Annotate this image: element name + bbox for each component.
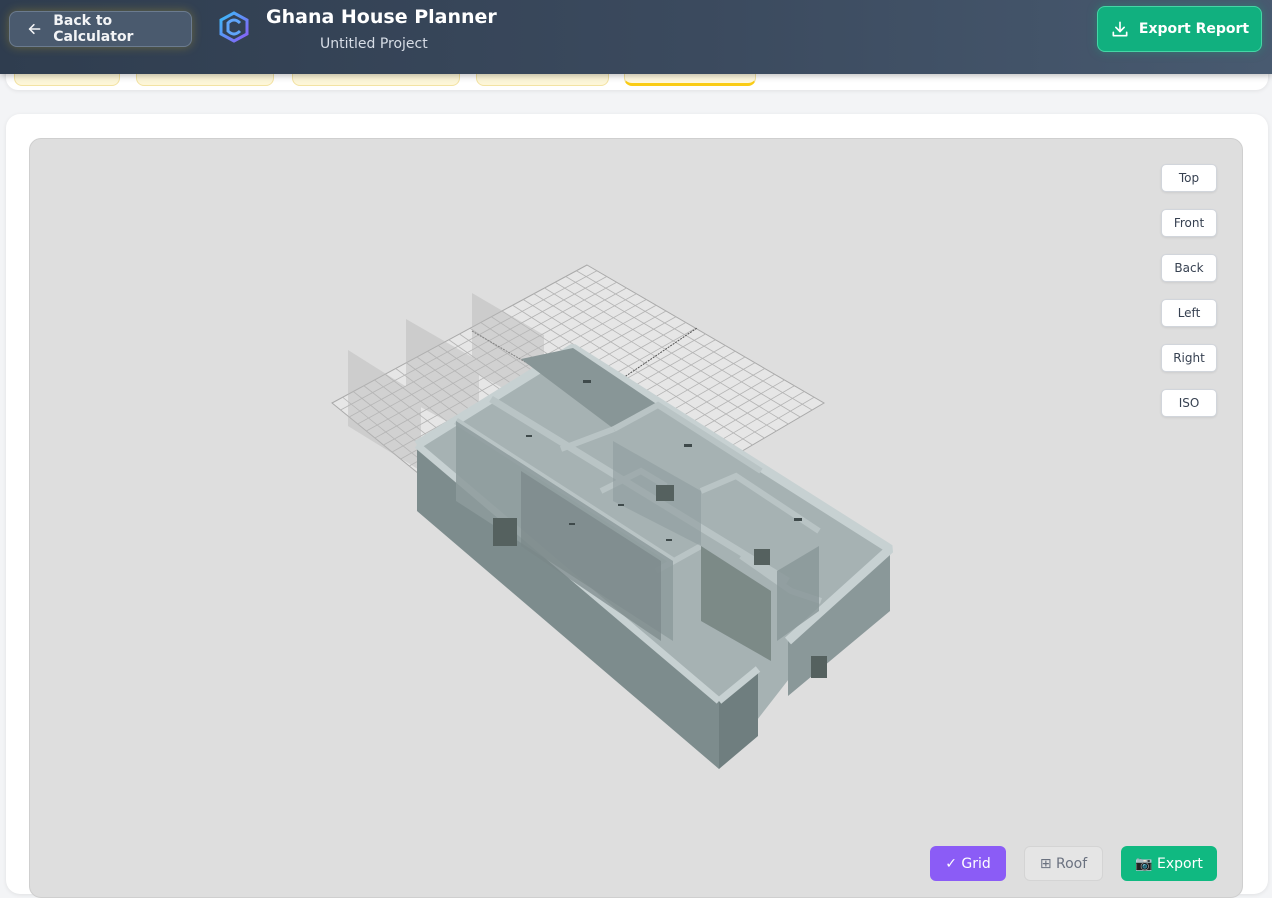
app-header: Back to Calculator Ghana House Planner U… [0,0,1272,74]
house-structure [414,344,894,769]
project-name: Untitled Project [320,36,428,52]
view-back-button[interactable]: Back [1161,254,1217,282]
export-image-button[interactable]: 📷 Export [1121,846,1217,881]
view-iso-button[interactable]: ISO [1161,389,1217,417]
app-title: Ghana House Planner [266,6,497,28]
view-right-button[interactable]: Right [1161,344,1217,372]
view-top-button[interactable]: Top [1161,164,1217,192]
3d-house-model[interactable] [30,139,1243,898]
export-report-label: Export Report [1138,21,1250,37]
app-logo-icon [219,11,249,43]
export-report-button[interactable]: Export Report [1097,6,1262,52]
view-left-button[interactable]: Left [1161,299,1217,327]
arrow-left-icon [28,23,41,35]
back-button-label: Back to Calculator [53,13,134,45]
roof-toggle-button[interactable]: ⊞ Roof [1024,846,1103,881]
3d-viewport[interactable]: Top Front Back Left Right ISO ✓ Grid ⊞ R… [29,138,1243,898]
grid-toggle-button[interactable]: ✓ Grid [930,846,1006,881]
download-icon [1112,21,1128,37]
back-to-calculator-button[interactable]: Back to Calculator [9,11,192,47]
view-front-button[interactable]: Front [1161,209,1217,237]
